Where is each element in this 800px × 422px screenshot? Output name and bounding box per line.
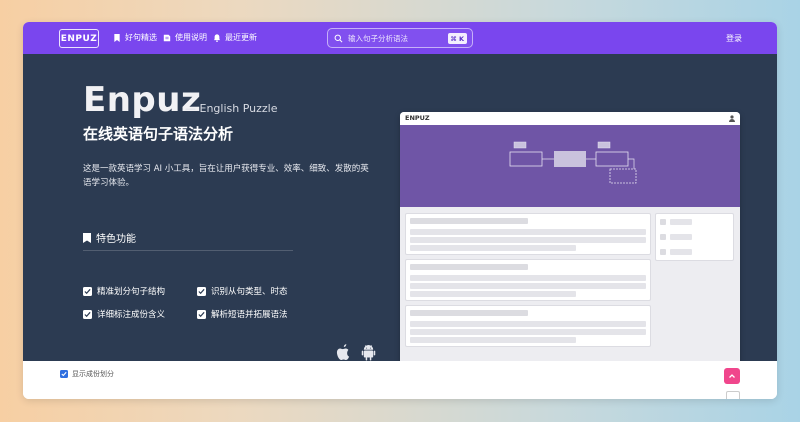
mini-widget[interactable]: [726, 391, 740, 399]
show-components-toggle[interactable]: 显示成份划分: [60, 369, 114, 379]
nav-item-featured[interactable]: 好句精选: [113, 32, 157, 43]
brand-subtitle: — English Puzzle: [185, 102, 278, 115]
preview-sidebar: [655, 213, 734, 261]
sentence-diagram-icon: [509, 141, 637, 184]
check-icon: [83, 309, 92, 319]
user-icon: [729, 115, 735, 122]
login-link[interactable]: 登录: [726, 33, 742, 44]
search-placeholder: 输入句子分析语法: [348, 33, 408, 43]
preview-content: [400, 207, 740, 366]
preview-card: [405, 259, 651, 301]
feature-item: 精准划分句子结构: [83, 285, 165, 297]
bookmark-icon: [114, 33, 120, 42]
search-input[interactable]: 输入句子分析语法 ⌘ K: [327, 28, 473, 48]
brand-block: Enpuz — English Puzzle: [83, 80, 278, 120]
app-window: ENPUZ 好句精选 使用说明 最近更新 输入句子分析语法 ⌘ K 登录 Enp…: [23, 22, 777, 399]
nav-item-updates[interactable]: 最近更新: [213, 32, 257, 43]
feature-label: 精准划分句子结构: [97, 287, 166, 297]
divider: [83, 250, 293, 251]
feature-item: 解析短语并拓展语法: [197, 308, 288, 320]
logo[interactable]: ENPUZ: [59, 29, 99, 48]
check-icon: [197, 309, 206, 319]
feature-item: 识别从句类型、时态: [197, 285, 288, 297]
feature-label: 识别从句类型、时态: [211, 287, 288, 297]
hero-section: Enpuz — English Puzzle 在线英语句子语法分析 这是一款英语…: [23, 54, 777, 366]
chevron-up-icon: [729, 374, 735, 378]
nav-item-label: 使用说明: [175, 33, 207, 42]
nav-item-label: 最近更新: [225, 33, 257, 42]
bell-icon: [213, 33, 221, 42]
book-icon: [163, 34, 171, 41]
brand-name: Enpuz: [83, 80, 202, 120]
app-preview-image: ENPUZ: [400, 112, 740, 366]
bottom-bar: 显示成份划分: [23, 361, 777, 399]
feature-item: 详细标注成份含义: [83, 308, 165, 320]
features-title: 特色功能: [96, 234, 136, 245]
preview-titlebar: ENPUZ: [400, 112, 740, 125]
top-navbar: ENPUZ 好句精选 使用说明 最近更新 输入句子分析语法 ⌘ K 登录: [23, 22, 777, 54]
preview-diagram-area: [400, 125, 740, 207]
preview-card: [405, 305, 651, 347]
search-shortcut-badge: ⌘ K: [447, 33, 467, 44]
bookmark-icon: [83, 232, 91, 243]
feature-label: 详细标注成份含义: [97, 310, 166, 320]
checkbox[interactable]: [60, 370, 68, 378]
check-icon: [197, 286, 206, 296]
preview-card: [405, 213, 651, 255]
nav-item-label: 好句精选: [125, 33, 157, 42]
page-tagline: 在线英语句子语法分析: [83, 125, 234, 143]
features-heading: 特色功能: [83, 230, 136, 245]
preview-logo: ENPUZ: [405, 114, 430, 122]
toggle-label: 显示成份划分: [72, 370, 114, 378]
product-description: 这是一款英语学习 AI 小工具，旨在让用户获得专业、效率、细致、发散的英语学习体…: [83, 164, 369, 188]
check-icon: [83, 286, 92, 296]
back-to-top-button[interactable]: [724, 368, 740, 384]
search-icon: [334, 34, 343, 42]
nav-item-guide[interactable]: 使用说明: [163, 32, 207, 43]
feature-label: 解析短语并拓展语法: [211, 310, 288, 320]
